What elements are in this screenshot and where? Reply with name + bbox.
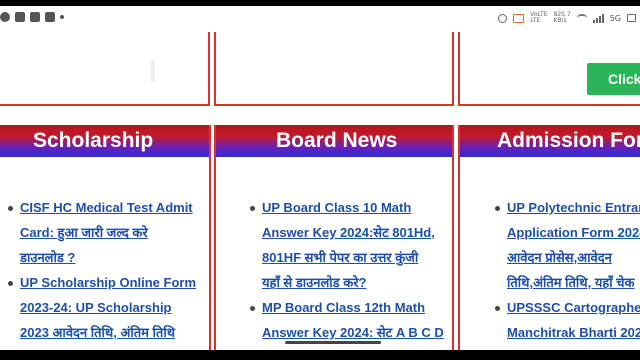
upper-card-middle: [214, 32, 454, 106]
lte-label: LTE: [530, 17, 541, 24]
board-news-list: UP Board Class 10 Math Answer Key 2024:स…: [216, 157, 452, 345]
youtube-icon: [30, 12, 40, 22]
wifi-icon: [576, 14, 587, 22]
bullet-icon: [8, 206, 13, 211]
gesture-navigation-handle[interactable]: [285, 341, 381, 344]
scholarship-column: Scholarship CISF HC Medical Test Admit C…: [0, 125, 211, 355]
more-notifications-dot-icon: [60, 15, 64, 19]
network-speed-unit: KB/s: [553, 17, 567, 24]
bullet-icon: [250, 206, 255, 211]
battery-icon: [627, 14, 636, 22]
scholarship-list: CISF HC Medical Test Admit Card: हुआ जार…: [0, 157, 209, 345]
alarm-icon: [498, 13, 508, 23]
bullet-icon: [495, 206, 500, 211]
notification-icons: [0, 12, 64, 22]
faded-graphic: ╷: [142, 40, 164, 81]
list-item[interactable]: UPSSSC Cartographer Manchitrak Bharti 20…: [495, 295, 640, 345]
bottom-frame-bar: [0, 350, 640, 360]
volte-lte-indicator: VoLTE LTE: [530, 12, 547, 24]
list-item[interactable]: UP Polytechnic Entrance Application Form…: [495, 195, 640, 295]
list-item[interactable]: UP Board Class 10 Math Answer Key 2024:स…: [250, 195, 452, 295]
cast-icon: [513, 13, 525, 23]
click-button[interactable]: Click: [587, 63, 640, 95]
system-icons: VoLTE LTE 825.7 KB/s 5G: [498, 12, 636, 24]
board-news-header: Board News: [216, 125, 452, 157]
bullet-icon: [495, 306, 500, 311]
network-speed: 825.7 KB/s: [554, 12, 571, 24]
admission-form-header: Admission Form: [460, 125, 640, 157]
bullet-icon: [8, 281, 13, 286]
youtube-icon: [15, 12, 25, 22]
upper-card-left: ╷: [0, 32, 210, 106]
list-item[interactable]: CISF HC Medical Test Admit Card: हुआ जार…: [8, 195, 209, 270]
bullet-icon: [250, 306, 255, 311]
board-news-column: Board News UP Board Class 10 Math Answer…: [214, 125, 454, 355]
list-item[interactable]: MP Board Class 12th Math Answer Key 2024…: [250, 295, 452, 345]
status-bar: VoLTE LTE 825.7 KB/s 5G: [0, 6, 640, 32]
list-item[interactable]: UP Scholarship Online Form 2023-24: UP S…: [8, 270, 209, 345]
scholarship-header: Scholarship: [0, 125, 209, 157]
admission-form-column: Admission Form UP Polytechnic Entrance A…: [458, 125, 640, 355]
network-type: 5G: [609, 13, 621, 23]
admission-form-list: UP Polytechnic Entrance Application Form…: [460, 157, 640, 345]
youtube-icon: [45, 12, 55, 22]
whatsapp-icon: [0, 12, 10, 22]
signal-icon: [592, 13, 604, 23]
